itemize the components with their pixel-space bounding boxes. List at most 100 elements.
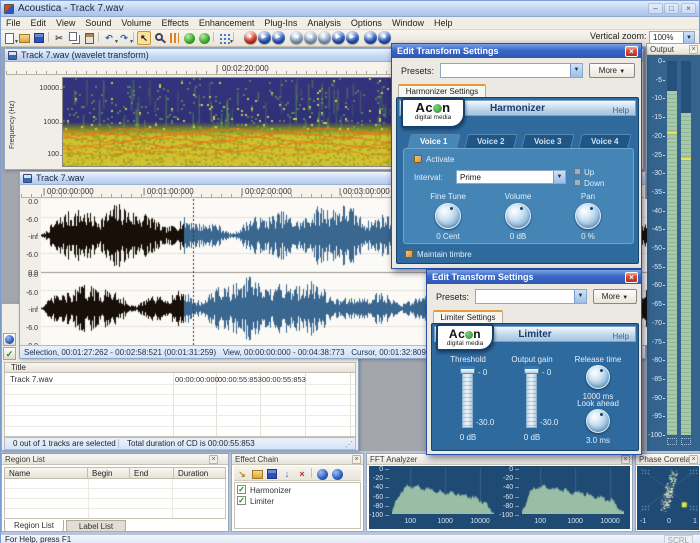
open-file-icon[interactable] bbox=[17, 31, 31, 45]
menu-item-plugins[interactable]: Plug-Ins bbox=[259, 17, 302, 30]
release-time-knob[interactable] bbox=[586, 365, 610, 389]
menu-item-effects[interactable]: Effects bbox=[156, 17, 193, 30]
minimize-button[interactable]: – bbox=[648, 3, 663, 14]
limiter-dialog-titlebar[interactable]: Edit Transform Settings bbox=[427, 270, 641, 284]
menu-item-enhancement[interactable]: Enhancement bbox=[194, 17, 260, 30]
chevron-down-icon[interactable]: ▼ bbox=[574, 290, 586, 303]
track-time-cell[interactable]: 00:00:55:853 bbox=[218, 376, 260, 384]
help-link[interactable]: Help bbox=[613, 329, 629, 345]
close-icon[interactable]: × bbox=[209, 455, 218, 464]
volume-knob[interactable] bbox=[505, 203, 531, 229]
menu-item-help[interactable]: Help bbox=[429, 17, 458, 30]
menu-item-file[interactable]: File bbox=[1, 17, 26, 30]
more-button[interactable]: More ▼ bbox=[589, 63, 635, 78]
menu-item-view[interactable]: View bbox=[51, 17, 80, 30]
output-gain-slider[interactable] bbox=[526, 368, 537, 428]
fast-forward-button[interactable]: ▶ bbox=[332, 31, 345, 44]
more-button[interactable]: More ▼ bbox=[593, 289, 637, 304]
save-icon[interactable] bbox=[32, 31, 46, 45]
effect-item-limiter[interactable]: ✓Limiter bbox=[237, 496, 358, 507]
resize-grip-icon[interactable]: ⋰ bbox=[345, 439, 353, 450]
go-start-button[interactable]: ◀ bbox=[290, 31, 303, 44]
down-checkbox[interactable] bbox=[574, 179, 581, 186]
region-list-title[interactable]: Region List bbox=[2, 454, 228, 465]
select-tool-icon[interactable]: ↖ bbox=[137, 31, 151, 45]
menu-item-window[interactable]: Window bbox=[387, 17, 429, 30]
select-icon[interactable]: ↘ bbox=[235, 467, 249, 481]
close-icon[interactable]: × bbox=[621, 455, 630, 464]
tab-region-list[interactable]: Region List bbox=[4, 520, 64, 532]
open-icon[interactable] bbox=[250, 467, 264, 481]
pause-button[interactable]: ‖ bbox=[318, 31, 331, 44]
tab-harmonizer-settings[interactable]: Harmonizer Settings bbox=[398, 84, 486, 97]
paste-icon[interactable] bbox=[82, 31, 96, 45]
effect-chain-list[interactable]: ✓Harmonizer✓Limiter bbox=[234, 482, 361, 529]
interval-combo[interactable]: Prime▼ bbox=[456, 170, 566, 184]
maximize-button[interactable]: □ bbox=[664, 3, 679, 14]
bypass-icon[interactable] bbox=[330, 467, 344, 481]
effect-checkbox[interactable]: ✓ bbox=[237, 496, 246, 505]
up-checkbox[interactable] bbox=[574, 168, 581, 175]
zoom-tool-icon[interactable] bbox=[152, 31, 166, 45]
output-gain-slider-handle[interactable] bbox=[524, 366, 539, 374]
loop-button[interactable]: ∞ bbox=[364, 31, 377, 44]
tab-limiter-settings[interactable]: Limiter Settings bbox=[433, 310, 503, 323]
copy-icon[interactable] bbox=[67, 31, 81, 45]
region-column-duration[interactable]: Duration bbox=[174, 467, 226, 479]
threshold-slider-handle[interactable] bbox=[460, 366, 475, 374]
rewind-button[interactable]: ◀ bbox=[304, 31, 317, 44]
fine-tune-knob[interactable] bbox=[435, 203, 461, 229]
redo-icon[interactable]: ↷▼ bbox=[117, 31, 131, 45]
app-titlebar[interactable]: Acoustica - Track 7.wav – □ × bbox=[1, 1, 699, 17]
menu-item-analysis[interactable]: Analysis bbox=[302, 17, 346, 30]
record-button[interactable]: ● bbox=[244, 31, 257, 44]
clip-indicator[interactable] bbox=[667, 438, 677, 445]
tracklist-column-title[interactable]: Title bbox=[5, 363, 26, 372]
close-button[interactable]: × bbox=[681, 3, 696, 14]
clip-indicator[interactable] bbox=[681, 438, 691, 445]
preview-icon[interactable] bbox=[315, 467, 329, 481]
close-icon[interactable]: × bbox=[689, 45, 698, 54]
save-icon[interactable] bbox=[265, 467, 279, 481]
track-time-cell[interactable]: 00:00:55:853 bbox=[262, 376, 305, 384]
undo-icon[interactable]: ↶▼ bbox=[102, 31, 116, 45]
move-down-icon[interactable]: ↓ bbox=[280, 467, 294, 481]
effect-checkbox[interactable]: ✓ bbox=[237, 485, 246, 494]
region-column-name[interactable]: Name bbox=[4, 467, 88, 479]
zoom-selection-icon[interactable] bbox=[182, 31, 196, 45]
activate-checkbox[interactable] bbox=[414, 155, 422, 163]
effect-chain-title[interactable]: Effect Chain bbox=[232, 454, 363, 465]
effect-item-harmonizer[interactable]: ✓Harmonizer bbox=[237, 485, 358, 496]
fft-analyzer-title[interactable]: FFT Analyzer bbox=[367, 454, 632, 465]
tab-voice-3[interactable]: Voice 3 bbox=[521, 134, 574, 148]
stop-button[interactable]: ■ bbox=[378, 31, 391, 44]
close-icon[interactable]: × bbox=[689, 455, 698, 464]
maintain-timbre-checkbox[interactable] bbox=[405, 250, 413, 258]
presets-combo[interactable]: ▼ bbox=[475, 289, 587, 304]
scrub-tool-icon[interactable] bbox=[167, 31, 181, 45]
chevron-down-icon[interactable]: ▼ bbox=[570, 64, 582, 77]
grid-view-icon[interactable]: ▼ bbox=[217, 31, 231, 45]
delete-icon[interactable]: × bbox=[295, 467, 309, 481]
presets-combo[interactable]: ▼ bbox=[440, 63, 583, 78]
chevron-down-icon[interactable]: ▼ bbox=[553, 171, 565, 183]
new-file-icon[interactable]: ▼ bbox=[2, 31, 16, 45]
play-button[interactable]: ▶ bbox=[258, 31, 271, 44]
close-icon[interactable]: × bbox=[625, 272, 638, 283]
tracklist-grid[interactable]: Track 7.wav00:00:00:00000:00:55:85300:00… bbox=[4, 373, 356, 437]
menu-item-volume[interactable]: Volume bbox=[116, 17, 156, 30]
menu-item-sound[interactable]: Sound bbox=[80, 17, 116, 30]
tab-voice-1[interactable]: Voice 1 bbox=[407, 134, 460, 148]
tab-voice-4[interactable]: Voice 4 bbox=[578, 134, 631, 148]
region-column-end[interactable]: End bbox=[130, 467, 174, 479]
region-column-begin[interactable]: Begin bbox=[88, 467, 130, 479]
menu-item-edit[interactable]: Edit bbox=[26, 17, 52, 30]
tab-label-list[interactable]: Label List bbox=[66, 520, 126, 532]
go-end-button[interactable]: ▶ bbox=[346, 31, 359, 44]
track-title-cell[interactable]: Track 7.wav bbox=[10, 376, 53, 384]
track-time-cell[interactable]: 00:00:00:000 bbox=[175, 376, 217, 384]
threshold-slider[interactable] bbox=[462, 368, 473, 428]
harmonizer-dialog-titlebar[interactable]: Edit Transform Settings bbox=[392, 44, 641, 58]
help-link[interactable]: Help bbox=[613, 103, 629, 119]
pan-knob[interactable] bbox=[575, 203, 601, 229]
